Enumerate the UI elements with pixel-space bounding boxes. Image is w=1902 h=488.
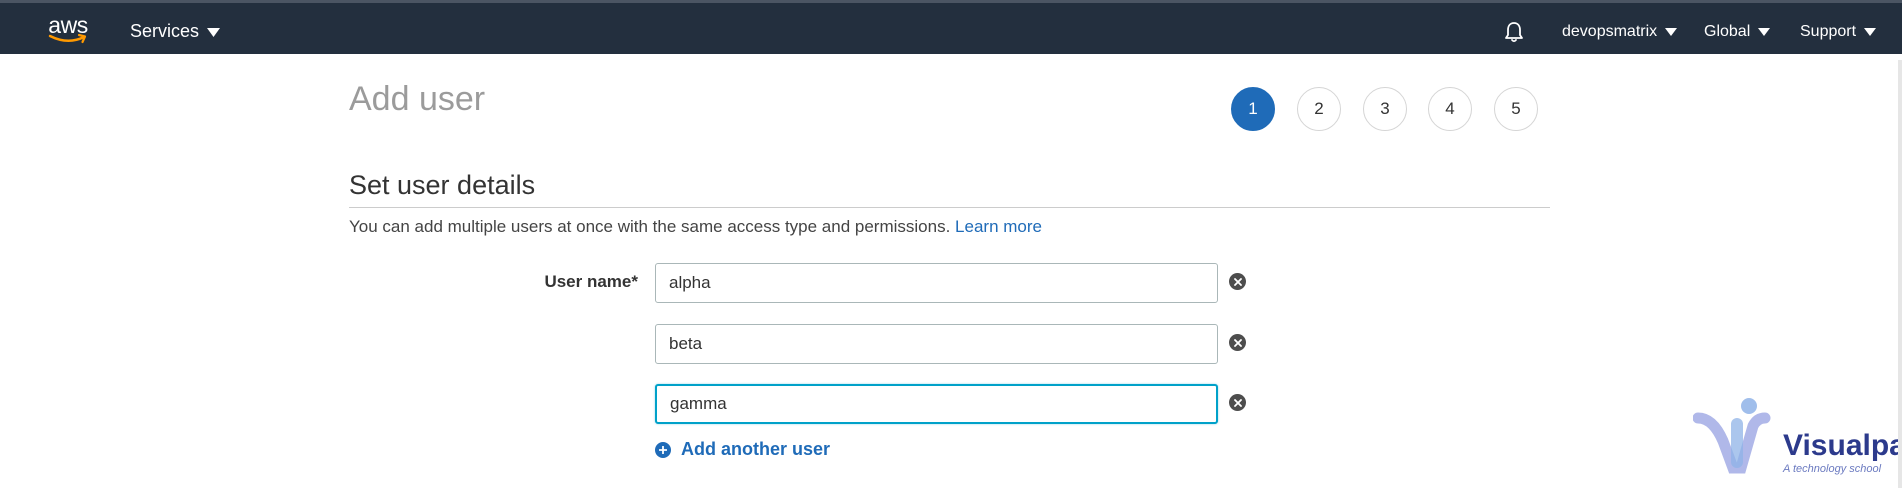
- aws-logo[interactable]: aws: [45, 13, 91, 47]
- page: aws Services devopsmatrix Global Support…: [0, 0, 1902, 488]
- add-another-user-label: Add another user: [681, 439, 831, 459]
- notifications-bell[interactable]: [1500, 6, 1528, 57]
- support-label: Support: [1800, 22, 1857, 40]
- account-menu[interactable]: devopsmatrix: [1562, 6, 1678, 57]
- remove-user-3-button[interactable]: [1229, 394, 1246, 411]
- add-another-user-button[interactable]: Add another user: [655, 439, 830, 460]
- step-3[interactable]: 3: [1363, 87, 1407, 131]
- remove-user-2-button[interactable]: [1229, 334, 1246, 351]
- region-label: Global: [1704, 22, 1751, 40]
- description-text: You can add multiple users at once with …: [349, 217, 951, 236]
- step-2[interactable]: 2: [1297, 87, 1341, 131]
- services-menu[interactable]: Services: [130, 6, 221, 57]
- close-circle-icon: [1233, 338, 1242, 347]
- bell-icon: [1505, 21, 1523, 42]
- caret-down-icon: [1864, 23, 1877, 41]
- user-name-input-1[interactable]: [655, 263, 1218, 303]
- close-circle-icon: [1233, 398, 1242, 407]
- caret-down-icon: [207, 21, 221, 42]
- caret-down-icon: [1758, 23, 1771, 41]
- visualpath-watermark: Visualpath A technology school: [1693, 396, 1902, 476]
- page-title: Add user: [349, 80, 486, 118]
- user-name-label: User name*: [544, 272, 638, 291]
- learn-more-link[interactable]: Learn more: [955, 217, 1042, 236]
- section-divider: [349, 207, 1550, 208]
- region-menu[interactable]: Global: [1704, 6, 1771, 57]
- step-1[interactable]: 1: [1231, 87, 1275, 131]
- watermark-tagline: A technology school: [1783, 463, 1882, 475]
- step-4[interactable]: 4: [1428, 87, 1472, 131]
- watermark-name: Visualpath: [1783, 429, 1902, 462]
- section-description: You can add multiple users at once with …: [349, 217, 1042, 237]
- scrollbar-track[interactable]: [1898, 60, 1902, 488]
- visualpath-logo-icon: [1693, 398, 1771, 474]
- section-title: Set user details: [349, 170, 536, 200]
- remove-user-1-button[interactable]: [1229, 273, 1246, 290]
- close-circle-icon: [1233, 277, 1242, 286]
- caret-down-icon: [1665, 23, 1678, 41]
- step-5[interactable]: 5: [1494, 87, 1538, 131]
- account-label: devopsmatrix: [1562, 22, 1658, 40]
- user-name-input-2[interactable]: [655, 324, 1218, 364]
- services-label: Services: [130, 21, 200, 41]
- top-nav-bar: aws Services devopsmatrix Global Support: [0, 0, 1902, 54]
- smile-arrow-icon: [48, 33, 87, 44]
- support-menu[interactable]: Support: [1800, 6, 1877, 57]
- user-name-input-3[interactable]: [655, 384, 1218, 424]
- plus-circle-icon: [655, 441, 671, 458]
